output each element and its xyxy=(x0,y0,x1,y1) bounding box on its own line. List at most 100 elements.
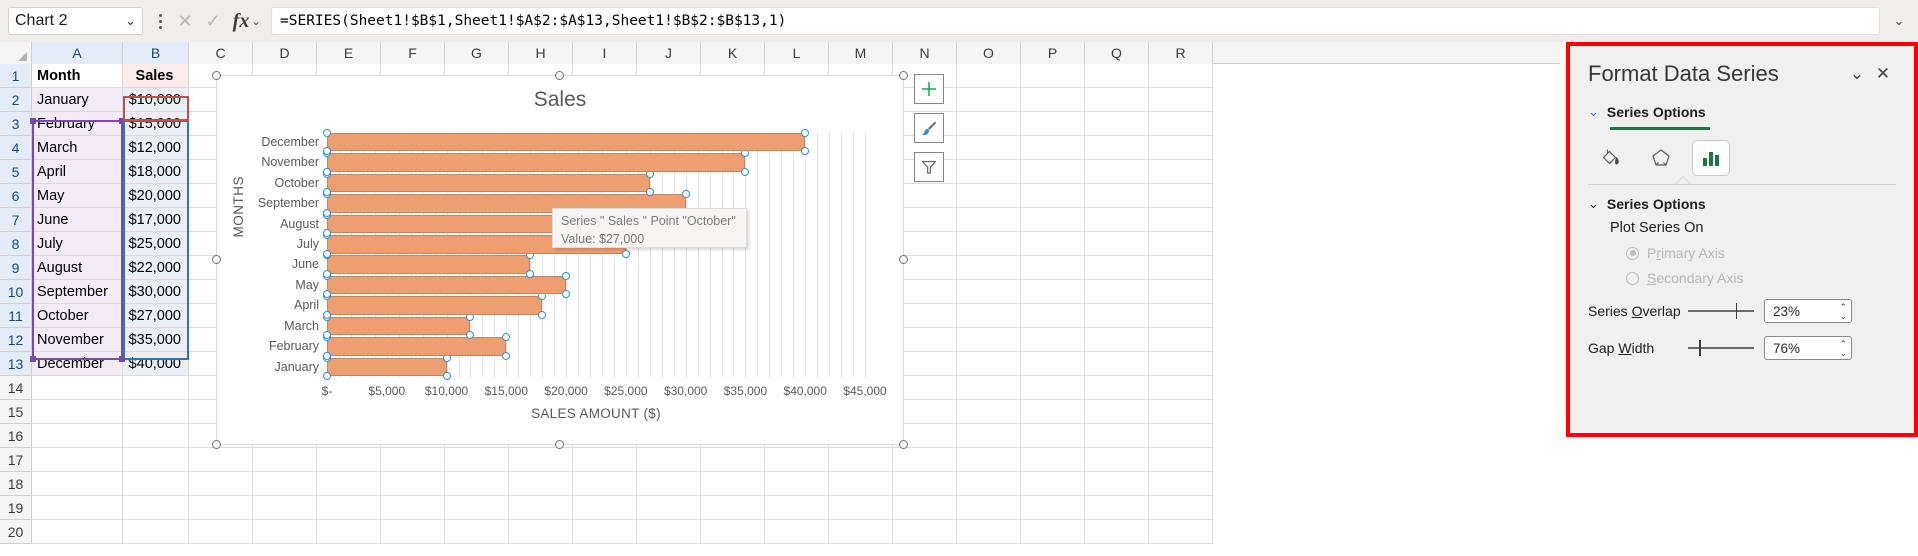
data-point-handle[interactable] xyxy=(538,310,547,319)
bar-december[interactable] xyxy=(327,132,806,152)
row-header-2[interactable]: 2 xyxy=(0,88,32,112)
cell-f19[interactable] xyxy=(381,496,445,520)
cell-b12[interactable]: $35,000 xyxy=(123,328,189,352)
cell-d19[interactable] xyxy=(253,496,317,520)
cell-m20[interactable] xyxy=(829,520,893,544)
cell-m17[interactable] xyxy=(829,448,893,472)
cell-p20[interactable] xyxy=(1021,520,1085,544)
data-point-handle[interactable] xyxy=(562,271,571,280)
chart-object[interactable]: Sales MONTHS SALES AMOUNT ($) Series " S… xyxy=(212,71,908,449)
cell-a20[interactable] xyxy=(32,520,123,544)
cell-q13[interactable] xyxy=(1085,352,1149,376)
cell-g19[interactable] xyxy=(445,496,509,520)
gap-width-spinner[interactable]: 76% ⌃ ⌄ xyxy=(1764,336,1852,360)
bar-fill[interactable] xyxy=(327,132,806,152)
column-header-q[interactable]: Q xyxy=(1085,42,1149,64)
cell-r3[interactable] xyxy=(1149,112,1213,136)
column-header-l[interactable]: L xyxy=(765,42,829,64)
cell-p15[interactable] xyxy=(1021,400,1085,424)
expand-formula-bar-icon[interactable]: ⌄ xyxy=(1886,7,1912,35)
bar-february[interactable] xyxy=(327,337,507,356)
cell-r6[interactable] xyxy=(1149,184,1213,208)
cell-p4[interactable] xyxy=(1021,136,1085,160)
cell-o4[interactable] xyxy=(957,136,1021,160)
cell-e20[interactable] xyxy=(317,520,381,544)
secondary-axis-radio-row[interactable]: Secondary Axis xyxy=(1626,270,1896,286)
chart-resize-handle[interactable] xyxy=(555,71,564,80)
cell-q17[interactable] xyxy=(1085,448,1149,472)
cell-a3[interactable]: February xyxy=(32,112,123,136)
cell-o16[interactable] xyxy=(957,424,1021,448)
cell-i19[interactable] xyxy=(573,496,637,520)
row-header-3[interactable]: 3 xyxy=(0,112,32,136)
bar-june[interactable] xyxy=(327,255,531,274)
cell-b14[interactable] xyxy=(123,376,189,400)
cell-k20[interactable] xyxy=(701,520,765,544)
cell-o18[interactable] xyxy=(957,472,1021,496)
cell-a7[interactable]: June xyxy=(32,208,123,232)
cell-n19[interactable] xyxy=(893,496,957,520)
column-header-d[interactable]: D xyxy=(253,42,317,64)
data-point-handle[interactable] xyxy=(323,167,331,176)
chart-resize-handle[interactable] xyxy=(212,440,221,449)
cell-q5[interactable] xyxy=(1085,160,1149,184)
cell-c19[interactable] xyxy=(189,496,253,520)
cell-a10[interactable]: September xyxy=(32,280,123,304)
cell-e17[interactable] xyxy=(317,448,381,472)
cell-i18[interactable] xyxy=(573,472,637,496)
cell-o9[interactable] xyxy=(957,256,1021,280)
cell-d18[interactable] xyxy=(253,472,317,496)
cell-h17[interactable] xyxy=(509,448,573,472)
confirm-icon[interactable]: ✓ xyxy=(199,7,227,35)
column-header-p[interactable]: P xyxy=(1021,42,1085,64)
cell-i17[interactable] xyxy=(573,448,637,472)
chart-elements-button[interactable] xyxy=(914,74,944,104)
chart-title[interactable]: Sales xyxy=(217,88,903,112)
cell-q7[interactable] xyxy=(1085,208,1149,232)
bar-november[interactable] xyxy=(327,153,746,172)
plot-area[interactable] xyxy=(323,128,866,381)
cell-p13[interactable] xyxy=(1021,352,1085,376)
column-header-o[interactable]: O xyxy=(957,42,1021,64)
more-options-icon[interactable] xyxy=(149,7,171,35)
cell-a11[interactable]: October xyxy=(32,304,123,328)
column-header-k[interactable]: K xyxy=(701,42,765,64)
data-point-handle[interactable] xyxy=(442,372,451,381)
data-point-handle[interactable] xyxy=(621,249,630,258)
cell-p8[interactable] xyxy=(1021,232,1085,256)
cell-e18[interactable] xyxy=(317,472,381,496)
data-point-handle[interactable] xyxy=(681,190,690,199)
cell-o1[interactable] xyxy=(957,64,1021,88)
cell-q1[interactable] xyxy=(1085,64,1149,88)
cell-a13[interactable]: December xyxy=(32,352,123,376)
cell-q3[interactable] xyxy=(1085,112,1149,136)
column-header-g[interactable]: G xyxy=(445,42,509,64)
series-overlap-spinner[interactable]: 23% ⌃ ⌄ xyxy=(1764,299,1852,323)
cell-p17[interactable] xyxy=(1021,448,1085,472)
cell-o12[interactable] xyxy=(957,328,1021,352)
cell-q14[interactable] xyxy=(1085,376,1149,400)
spinner-up-icon[interactable]: ⌃ xyxy=(1839,339,1847,348)
pane-collapse-icon[interactable]: ⌄ xyxy=(1844,61,1870,87)
cell-a4[interactable]: March xyxy=(32,136,123,160)
cell-b11[interactable]: $27,000 xyxy=(123,304,189,328)
cell-b19[interactable] xyxy=(123,496,189,520)
cell-r2[interactable] xyxy=(1149,88,1213,112)
cell-d17[interactable] xyxy=(253,448,317,472)
cell-n20[interactable] xyxy=(893,520,957,544)
chart-resize-handle[interactable] xyxy=(555,440,564,449)
cell-o14[interactable] xyxy=(957,376,1021,400)
row-header-17[interactable]: 17 xyxy=(0,448,32,472)
row-header-13[interactable]: 13 xyxy=(0,352,32,376)
series-overlap-slider[interactable] xyxy=(1688,303,1754,319)
name-box[interactable]: Chart 2 ⌄ xyxy=(8,7,143,35)
row-header-1[interactable]: 1 xyxy=(0,64,32,88)
cell-q20[interactable] xyxy=(1085,520,1149,544)
spinner-up-icon[interactable]: ⌃ xyxy=(1839,302,1847,311)
column-header-n[interactable]: N xyxy=(893,42,957,64)
column-header-r[interactable]: R xyxy=(1149,42,1213,64)
chart-styles-button[interactable] xyxy=(914,113,944,143)
chevron-down-icon[interactable]: ⌄ xyxy=(251,14,267,28)
cell-b9[interactable]: $22,000 xyxy=(123,256,189,280)
chart-resize-handle[interactable] xyxy=(212,71,221,80)
